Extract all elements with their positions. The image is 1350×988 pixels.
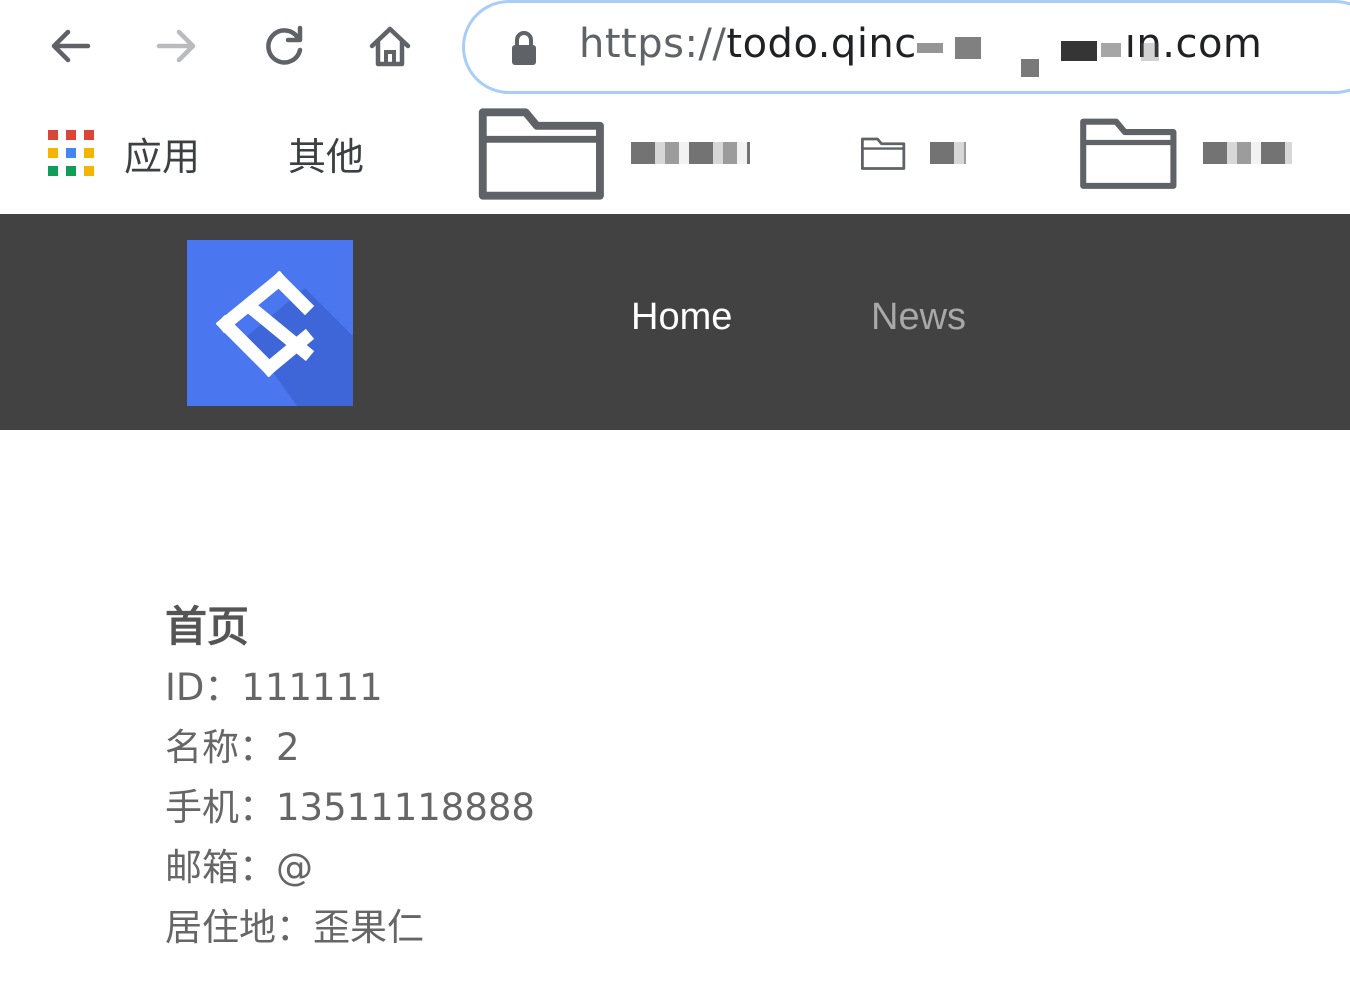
logo-mark-icon <box>215 270 353 406</box>
address-bar[interactable]: https://todo.qinc ın.com <box>462 0 1350 94</box>
field-id: ID：111111 <box>165 658 1065 718</box>
redacted-bookmark-label <box>1202 142 1292 164</box>
field-value: 歪果仁 <box>313 906 424 949</box>
lock-icon[interactable] <box>509 29 539 67</box>
main-content: 首页 ID：111111 名称：2 手机：13511118888 邮箱：@ 居住… <box>165 596 1065 958</box>
forward-arrow-icon <box>156 29 196 63</box>
redacted-bookmark-label <box>930 142 966 164</box>
back-arrow-icon <box>51 29 91 63</box>
reload-icon <box>266 25 303 65</box>
bookmark-folder-redacted[interactable] <box>860 128 966 178</box>
field-label: 邮箱： <box>165 846 276 889</box>
redaction-mark <box>917 43 943 53</box>
field-name: 名称：2 <box>165 718 1065 778</box>
home-button[interactable] <box>360 16 420 76</box>
redacted-bookmark-label <box>630 142 750 164</box>
back-button[interactable] <box>40 16 100 76</box>
redaction-mark <box>1141 43 1159 61</box>
url-scheme: https:// <box>579 21 727 67</box>
redaction-mark <box>955 37 981 59</box>
browser-toolbar: https://todo.qinc ın.com <box>0 0 1350 100</box>
nav-link-home[interactable]: Home <box>631 296 732 339</box>
field-value: @ <box>276 846 313 889</box>
folder-icon <box>861 137 906 170</box>
bookmark-folder-redacted[interactable] <box>1078 118 1292 190</box>
site-logo[interactable] <box>187 240 353 406</box>
field-value: 111111 <box>241 666 383 709</box>
field-label: 居住地： <box>165 906 313 949</box>
field-phone: 手机：13511118888 <box>165 778 1065 838</box>
field-label: 名称： <box>165 726 276 769</box>
nav-link-news[interactable]: News <box>871 296 966 339</box>
redaction-mark <box>1021 59 1039 77</box>
bookmark-apps[interactable]: 应用 <box>48 128 201 179</box>
url-host-start: todo.qinc <box>726 21 917 67</box>
redaction-mark <box>1061 41 1097 61</box>
page-title: 首页 <box>165 602 250 651</box>
bookmark-folder-redacted[interactable] <box>476 108 750 200</box>
field-label: ID： <box>165 666 242 709</box>
field-email: 邮箱：@ <box>165 838 1065 898</box>
forward-button[interactable] <box>147 16 207 76</box>
bookmark-folder-other[interactable]: 其他 <box>258 128 365 179</box>
folder-icon <box>1080 118 1177 190</box>
bookmark-label: 应用 <box>124 134 201 179</box>
reload-button[interactable] <box>254 16 314 76</box>
redaction-mark <box>1101 43 1121 57</box>
folder-icon <box>478 108 604 200</box>
field-residence: 居住地：歪果仁 <box>165 898 1065 958</box>
apps-grid-icon <box>48 130 94 176</box>
field-value: 2 <box>276 726 300 769</box>
home-icon <box>369 26 411 67</box>
field-label: 手机： <box>165 786 276 829</box>
site-header: Home News <box>0 214 1350 430</box>
bookmark-label: 其他 <box>288 134 365 179</box>
bookmarks-bar: 应用 其他 <box>0 100 1350 214</box>
field-value: 13511118888 <box>276 786 535 829</box>
